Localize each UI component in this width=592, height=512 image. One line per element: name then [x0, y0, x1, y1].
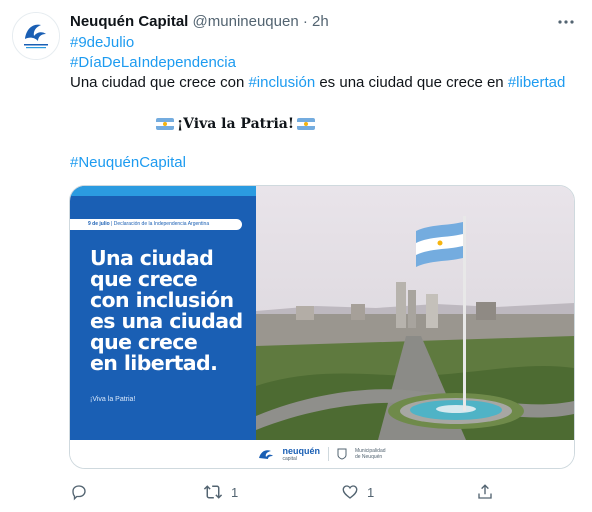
tweet-text-part: es una ciudad que crece en [315, 74, 508, 91]
retweet-button[interactable]: 1 [203, 480, 238, 504]
card-image[interactable]: 9 de julio | Declaración de la Independe… [70, 186, 574, 440]
headline-line: que crece [90, 330, 198, 354]
argentina-flag-icon [297, 118, 316, 130]
separator-dot: · [302, 13, 308, 30]
author-name[interactable]: Neuquén Capital [70, 13, 188, 30]
headline-line: en libertad. [90, 351, 218, 375]
footer-divider [327, 447, 329, 461]
card-viva-text: ¡Viva la Patria! [90, 396, 136, 403]
tweet-time[interactable]: 2h [312, 13, 329, 30]
heart-icon [342, 485, 358, 499]
share-icon [478, 484, 492, 499]
tweet-actions: 1 1 [0, 480, 592, 504]
viva-text: ¡Viva la Patria! [177, 116, 295, 132]
like-count: 1 [367, 484, 375, 500]
date-pill-bold: 9 de julio [88, 221, 110, 227]
author-handle[interactable]: @munineuquen [193, 13, 299, 30]
headline-line: es una ciudad [90, 309, 243, 333]
headline-line: con inclusión [90, 288, 234, 312]
card-logo: neuquén capital [282, 446, 320, 462]
tweet-text-part: Una ciudad que crece con [70, 74, 249, 91]
tweet[interactable]: Neuquén Capital @munineuquen · 2h #9deJu… [0, 0, 592, 512]
tweet-header: Neuquén Capital @munineuquen · 2h [70, 12, 329, 32]
neuquen-wave-icon [259, 450, 274, 459]
hashtag-inclusion[interactable]: #inclusión [248, 74, 315, 91]
argentina-flag-icon [156, 118, 174, 130]
more-options-icon[interactable] [556, 14, 576, 30]
reply-button[interactable] [70, 480, 88, 504]
hashtag-9dejulio[interactable]: #9deJulio [70, 33, 134, 53]
card-blue-panel: 9 de julio | Declaración de la Independe… [70, 186, 256, 440]
headline-line: que crece [90, 267, 198, 291]
like-button[interactable]: 1 [341, 480, 374, 504]
card-blue-stripe [70, 186, 256, 196]
avatar[interactable] [12, 12, 60, 60]
neuquen-logo-icon [13, 13, 59, 59]
hashtag-neuquen-capital[interactable]: #NeuquénCapital [70, 153, 186, 173]
media-card[interactable]: 9 de julio | Declaración de la Independe… [69, 185, 575, 469]
municipality-label: Municipalidad de Neuquén [355, 448, 386, 460]
viva-la-patria-line: ¡Viva la Patria! [156, 114, 316, 134]
municipal-shield-icon [337, 448, 347, 460]
card-logo-name: neuquén [282, 446, 320, 456]
hashtag-dia-independencia[interactable]: #DíaDeLaIndependencia [70, 53, 236, 73]
date-pill: 9 de julio | Declaración de la Independe… [70, 219, 242, 230]
hashtag-libertad[interactable]: #libertad [508, 74, 566, 91]
municipality-line2: de Neuquén [354, 454, 383, 460]
date-pill-rest: | Declaración de la Independencia Argent… [109, 221, 210, 227]
card-headline: Una ciudad que crece con inclusión es un… [90, 248, 243, 374]
headline-line: Una ciudad [90, 246, 214, 270]
city-photo [256, 186, 574, 440]
share-button[interactable] [476, 480, 494, 504]
tweet-text-line: Una ciudad que crece con #inclusión es u… [70, 73, 565, 93]
card-footer: neuquén capital Municipalidad de Neuquén [70, 440, 574, 468]
reply-icon [72, 485, 86, 501]
retweet-icon [203, 485, 223, 499]
retweet-count: 1 [231, 484, 239, 500]
card-logo-sub: capital [282, 456, 297, 462]
